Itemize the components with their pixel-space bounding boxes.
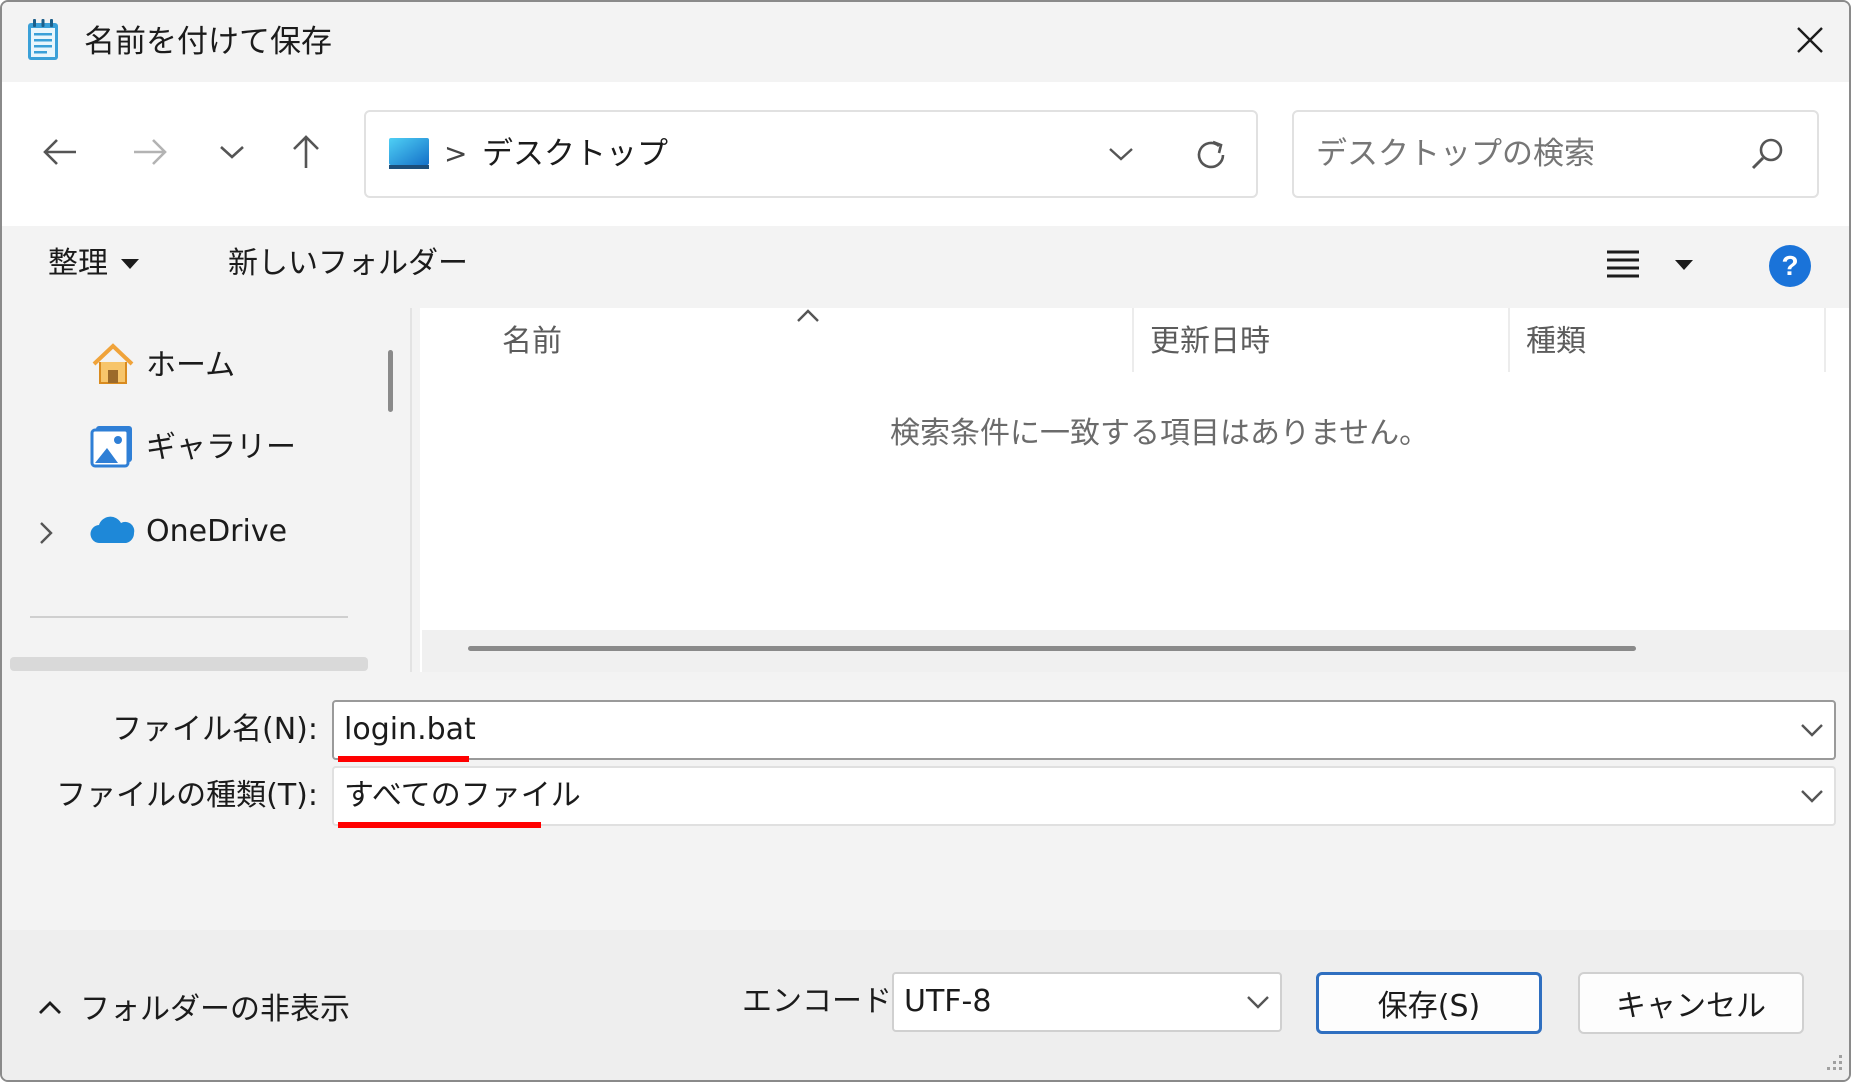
- search-input[interactable]: デスクトップの検索: [1316, 130, 1595, 178]
- highlight-underline: [338, 822, 541, 828]
- highlight-underline: [338, 756, 469, 762]
- filetype-select[interactable]: すべてのファイル: [332, 766, 1836, 826]
- save-as-dialog: 名前を付けて保存 > デスクトップ デスクトップの検索 整理 新しいフォルダー …: [0, 0, 1851, 1082]
- scrollbar-thumb[interactable]: [468, 646, 1636, 651]
- recent-locations-button[interactable]: [204, 126, 260, 182]
- sidebar-item-label: ギャラリー: [146, 430, 296, 465]
- encoding-select[interactable]: UTF-8: [892, 972, 1282, 1032]
- sidebar-item-home[interactable]: ホーム: [90, 342, 235, 390]
- column-header-name[interactable]: 名前: [502, 320, 562, 364]
- save-button[interactable]: 保存(S): [1316, 972, 1542, 1034]
- title-bar: 名前を付けて保存: [2, 2, 1849, 82]
- new-folder-label: 新しいフォルダー: [228, 246, 468, 281]
- chevron-down-icon[interactable]: [1246, 994, 1270, 1014]
- filetype-value: すべてのファイル: [344, 778, 581, 813]
- chevron-down-icon[interactable]: [1800, 788, 1824, 808]
- filetype-label: ファイルの種類(T):: [56, 778, 318, 813]
- onedrive-cloud-icon: [90, 515, 136, 549]
- new-folder-button[interactable]: 新しいフォルダー: [228, 242, 468, 286]
- back-button[interactable]: [32, 126, 88, 182]
- encoding-value: UTF-8: [904, 984, 992, 1019]
- pane-splitter[interactable]: [410, 308, 412, 672]
- forward-arrow-icon: [132, 137, 168, 171]
- up-arrow-icon: [291, 134, 321, 174]
- help-icon[interactable]: ?: [1768, 244, 1812, 292]
- forward-button[interactable]: [122, 126, 178, 182]
- sidebar-horizontal-scrollbar[interactable]: [10, 657, 368, 671]
- gallery-icon: [90, 424, 136, 472]
- sidebar-item-label: OneDrive: [146, 514, 288, 549]
- back-arrow-icon: [42, 137, 78, 171]
- chevron-down-icon: [219, 144, 245, 164]
- sidebar-item-gallery[interactable]: ギャラリー: [90, 424, 296, 472]
- filename-combobox[interactable]: login.bat: [332, 700, 1836, 760]
- column-separator: [1132, 308, 1134, 372]
- filename-label: ファイル名(N):: [112, 712, 318, 747]
- hide-folders-button[interactable]: フォルダーの非表示: [38, 988, 350, 1032]
- cancel-button[interactable]: キャンセル: [1578, 972, 1804, 1034]
- hide-folders-label: フォルダーの非表示: [80, 992, 350, 1027]
- expand-chevron-icon[interactable]: [38, 520, 54, 550]
- close-icon: [1795, 25, 1825, 59]
- column-separator: [1508, 308, 1510, 372]
- view-list-icon: [1606, 248, 1640, 282]
- organize-label: 整理: [48, 246, 108, 281]
- search-icon: [1750, 136, 1786, 176]
- breadcrumb-separator: >: [444, 137, 468, 170]
- chevron-up-icon: [38, 1000, 62, 1020]
- column-header-date-modified[interactable]: 更新日時: [1150, 320, 1270, 364]
- file-list-pane: 名前 更新日時 種類 検索条件に一致する項目はありません。: [420, 308, 1849, 672]
- home-icon: [90, 342, 136, 390]
- sidebar-item-label: ホーム: [146, 348, 236, 383]
- sidebar-item-onedrive[interactable]: OneDrive: [90, 510, 287, 554]
- view-options-button[interactable]: [1606, 248, 1694, 282]
- encoding-label: エンコード:: [742, 984, 903, 1019]
- sidebar-scrollbar[interactable]: [388, 350, 393, 412]
- breadcrumb-location[interactable]: デスクトップ: [482, 130, 668, 178]
- caret-down-icon: [120, 255, 140, 274]
- column-separator: [1824, 308, 1826, 372]
- resize-grip-icon[interactable]: [1824, 1052, 1844, 1076]
- notepad-icon: [26, 18, 60, 62]
- organize-button[interactable]: 整理: [48, 242, 140, 286]
- sidebar-divider: [30, 616, 348, 618]
- window-title: 名前を付けて保存: [84, 24, 332, 60]
- empty-folder-message: 検索条件に一致する項目はありません。: [890, 416, 1430, 451]
- column-header-type[interactable]: 種類: [1526, 320, 1586, 364]
- refresh-icon[interactable]: [1192, 136, 1230, 178]
- desktop-icon: [388, 136, 430, 176]
- svg-text:?: ?: [1781, 250, 1798, 281]
- chevron-down-icon[interactable]: [1800, 722, 1824, 742]
- close-button[interactable]: [1782, 14, 1838, 70]
- address-bar[interactable]: > デスクトップ: [364, 110, 1258, 198]
- caret-down-icon: [1674, 256, 1694, 275]
- up-button[interactable]: [278, 126, 334, 182]
- address-dropdown-chevron-icon[interactable]: [1108, 146, 1134, 166]
- sort-ascending-icon: [796, 308, 820, 328]
- filename-input[interactable]: login.bat: [344, 708, 476, 752]
- search-box[interactable]: デスクトップの検索: [1292, 110, 1819, 198]
- file-list-horizontal-scrollbar[interactable]: [422, 630, 1849, 672]
